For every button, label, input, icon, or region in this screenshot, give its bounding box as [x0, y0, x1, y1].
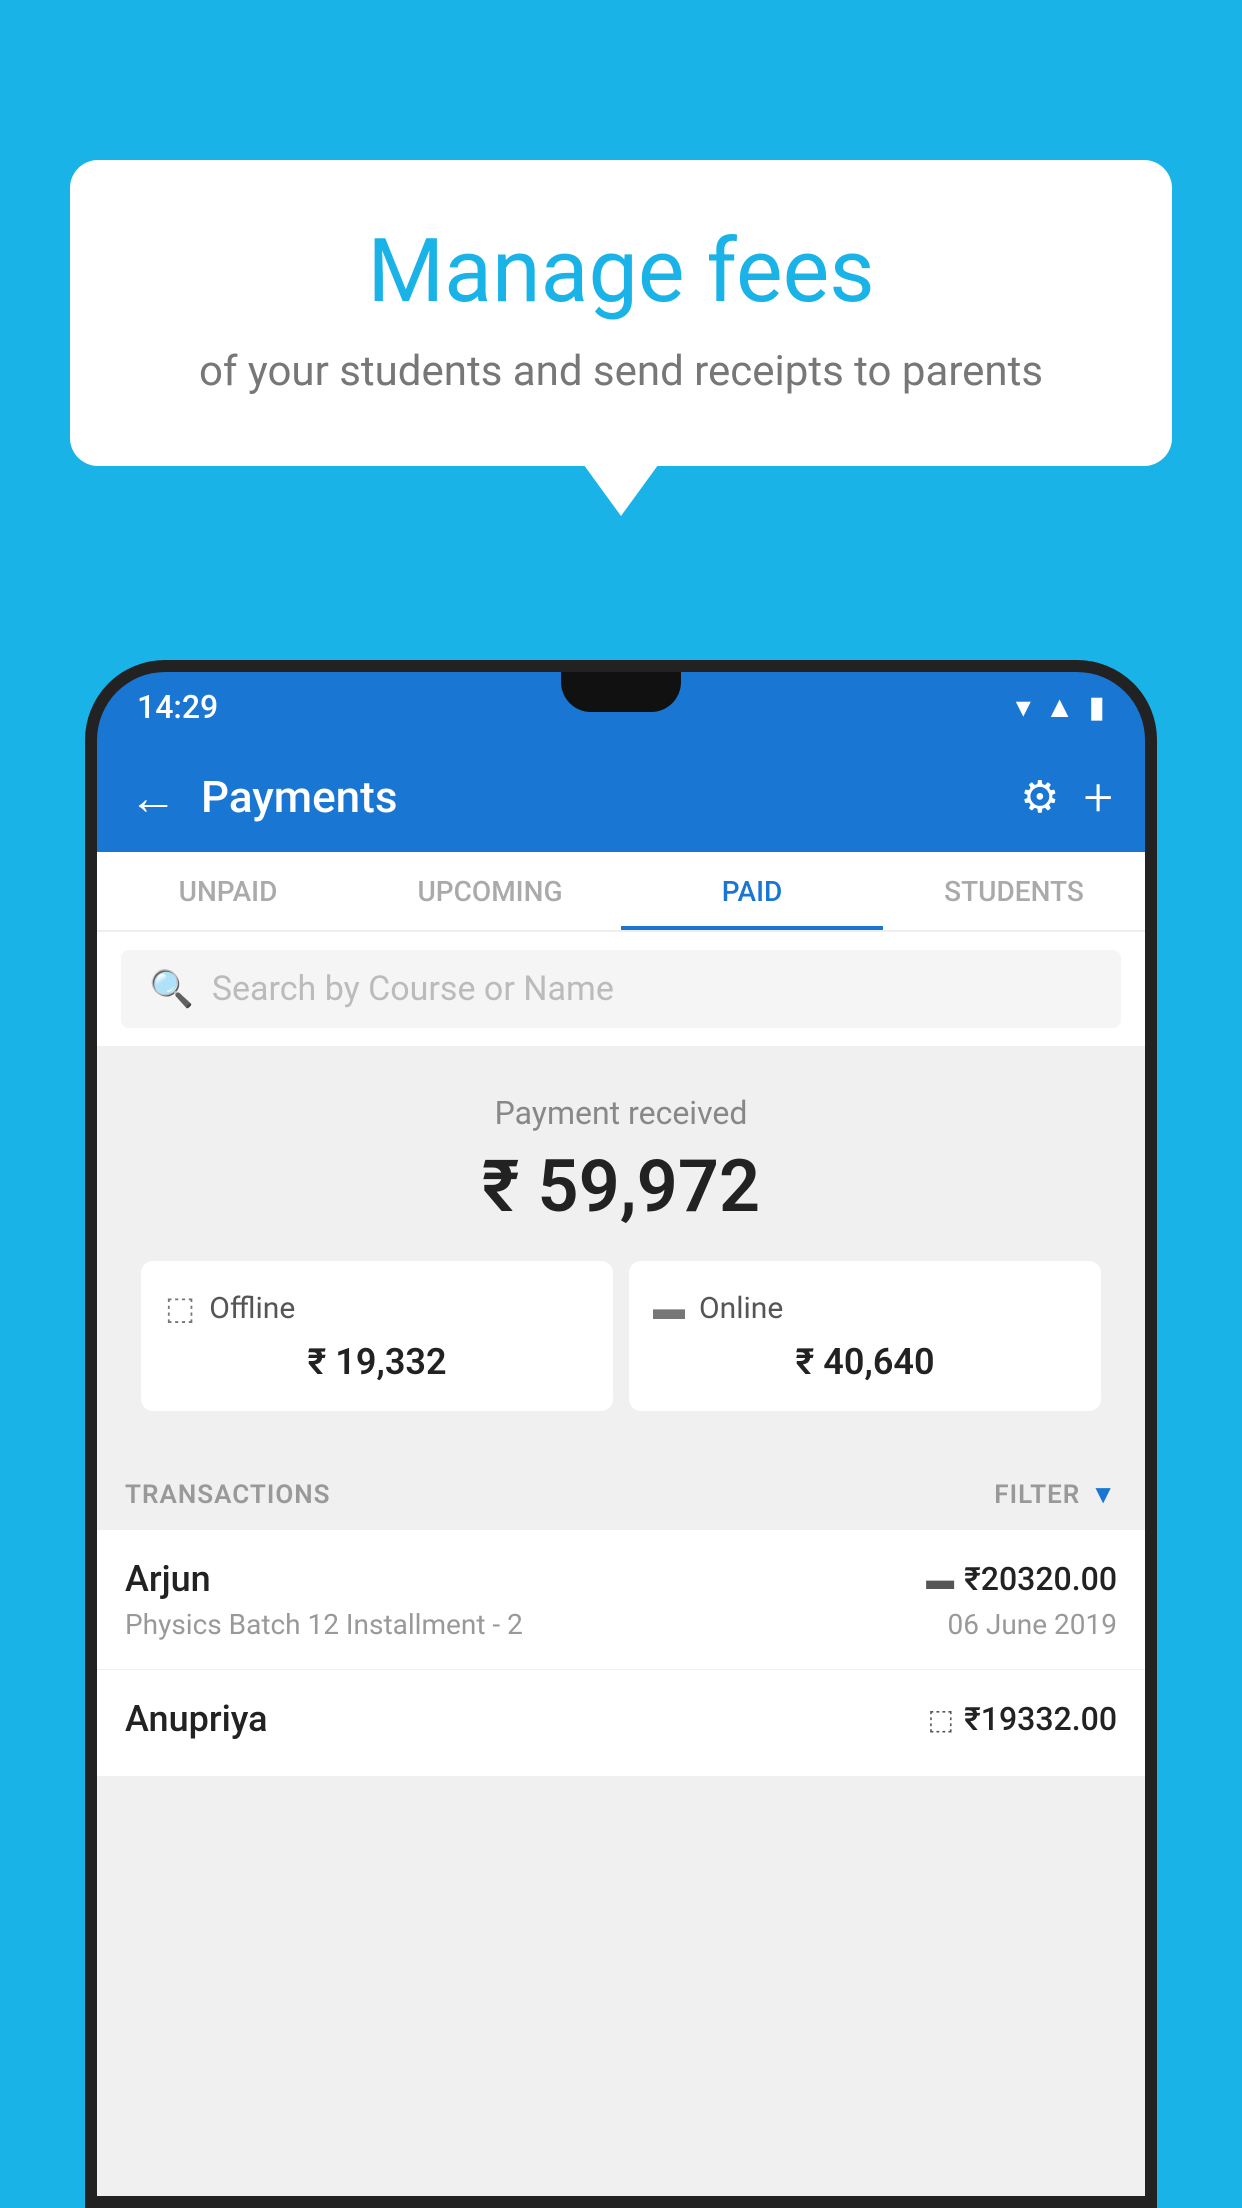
background: Manage fees of your students and send re… [0, 0, 1242, 2208]
transaction-amount: ₹19332.00 [964, 1700, 1117, 1738]
transaction-date: 06 June 2019 [947, 1608, 1117, 1641]
payment-total-amount: ₹ 59,972 [121, 1144, 1121, 1229]
online-label: Online [699, 1291, 783, 1326]
transaction-top: Arjun ▬ ₹20320.00 [125, 1558, 1117, 1600]
notch [561, 672, 681, 712]
transaction-bottom: Physics Batch 12 Installment - 2 06 June… [125, 1608, 1117, 1641]
app-bar-title: Payments [201, 771, 996, 823]
tab-upcoming[interactable]: UPCOMING [359, 852, 621, 930]
wifi-icon: ▾ [1016, 690, 1031, 725]
transactions-label: TRANSACTIONS [125, 1480, 331, 1510]
offline-card-header: ⬚ Offline [165, 1289, 589, 1327]
table-row[interactable]: Anupriya ⬚ ₹19332.00 [97, 1670, 1145, 1777]
search-bar[interactable]: 🔍 Search by Course or Name [121, 950, 1121, 1028]
online-amount: ₹ 40,640 [653, 1341, 1077, 1383]
phone-frame: 14:29 ▾ ▲ ▮ ← Payments ⚙ + UNPAID UPCOMI… [85, 660, 1157, 2208]
transaction-course: Physics Batch 12 Installment - 2 [125, 1608, 523, 1641]
transaction-type-icon: ▬ [926, 1563, 954, 1596]
tab-paid[interactable]: PAID [621, 852, 883, 930]
signal-icon: ▲ [1045, 690, 1075, 725]
online-icon: ▬ [653, 1289, 685, 1327]
search-icon: 🔍 [149, 968, 194, 1010]
tabs-bar: UNPAID UPCOMING PAID STUDENTS [97, 852, 1145, 932]
transaction-name: Anupriya [125, 1698, 268, 1740]
offline-icon: ⬚ [165, 1289, 195, 1327]
content-area: 🔍 Search by Course or Name Payment recei… [97, 932, 1145, 2196]
table-row[interactable]: Arjun ▬ ₹20320.00 Physics Batch 12 Insta… [97, 1530, 1145, 1670]
payment-received-label: Payment received [121, 1094, 1121, 1132]
offline-card: ⬚ Offline ₹ 19,332 [141, 1261, 613, 1411]
transactions-header: TRANSACTIONS FILTER ▼ [97, 1459, 1145, 1530]
transaction-name: Arjun [125, 1558, 211, 1600]
transaction-type-icon: ⬚ [928, 1703, 954, 1736]
app-bar: ← Payments ⚙ + [97, 742, 1145, 852]
transaction-amount-container: ▬ ₹20320.00 [926, 1560, 1117, 1598]
filter-label: FILTER [994, 1480, 1080, 1510]
offline-amount: ₹ 19,332 [165, 1341, 589, 1383]
status-bar: 14:29 ▾ ▲ ▮ [97, 672, 1145, 742]
add-icon[interactable]: + [1084, 767, 1113, 828]
offline-label: Offline [209, 1291, 295, 1326]
payment-cards: ⬚ Offline ₹ 19,332 ▬ Online ₹ 40,640 [121, 1261, 1121, 1435]
payment-summary: Payment received ₹ 59,972 ⬚ Offline ₹ 19… [97, 1046, 1145, 1459]
filter-button[interactable]: FILTER ▼ [994, 1479, 1117, 1510]
settings-icon[interactable]: ⚙ [1020, 771, 1059, 823]
filter-icon: ▼ [1090, 1479, 1117, 1510]
transaction-top: Anupriya ⬚ ₹19332.00 [125, 1698, 1117, 1740]
battery-icon: ▮ [1088, 690, 1105, 725]
transaction-list: Arjun ▬ ₹20320.00 Physics Batch 12 Insta… [97, 1530, 1145, 1777]
search-input[interactable]: Search by Course or Name [212, 969, 614, 1009]
speech-bubble-title: Manage fees [120, 220, 1122, 323]
tab-students[interactable]: STUDENTS [883, 852, 1145, 930]
search-container: 🔍 Search by Course or Name [97, 932, 1145, 1046]
status-icons: ▾ ▲ ▮ [1016, 690, 1105, 725]
tab-unpaid[interactable]: UNPAID [97, 852, 359, 930]
transaction-amount-container: ⬚ ₹19332.00 [928, 1700, 1117, 1738]
online-card: ▬ Online ₹ 40,640 [629, 1261, 1101, 1411]
status-time: 14:29 [137, 688, 218, 726]
transaction-amount: ₹20320.00 [964, 1560, 1117, 1598]
back-button[interactable]: ← [129, 769, 177, 826]
speech-bubble: Manage fees of your students and send re… [70, 160, 1172, 466]
online-card-header: ▬ Online [653, 1289, 1077, 1327]
speech-bubble-subtitle: of your students and send receipts to pa… [120, 347, 1122, 396]
